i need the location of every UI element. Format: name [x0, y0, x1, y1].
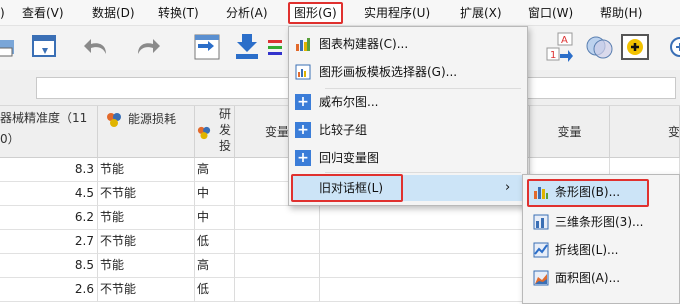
column-header-var[interactable]: 变: [610, 106, 680, 158]
menu-item-regression-variable-plots[interactable]: + 回归变量图: [289, 145, 527, 171]
cell-empty[interactable]: [320, 278, 530, 302]
add-icon[interactable]: [620, 32, 650, 62]
cell-empty[interactable]: [320, 206, 530, 230]
plus-icon: +: [295, 94, 311, 110]
menu-item-label: 面积图(A)...: [555, 271, 621, 285]
undo-icon[interactable]: [82, 32, 112, 62]
cell-energy[interactable]: 不节能: [98, 182, 195, 206]
menu-item-area[interactable]: 面积图(A)...: [527, 265, 677, 291]
menu-data[interactable]: 数据(D): [92, 4, 135, 22]
cell-rnd[interactable]: 中: [195, 206, 235, 230]
svg-text:A: A: [561, 35, 568, 46]
menu-item-label: 威布尔图...: [319, 95, 379, 109]
menu-item-chart-builder[interactable]: 图表构建器(C)...: [289, 31, 527, 57]
menu-item-edit-partial[interactable]: ): [0, 4, 8, 22]
menu-window[interactable]: 窗口(W): [528, 4, 573, 22]
spelling-icon[interactable]: [664, 32, 680, 62]
goto-variable-icon[interactable]: [232, 32, 262, 62]
print-icon[interactable]: [0, 32, 30, 62]
cell-empty[interactable]: [235, 254, 320, 278]
svg-text:1: 1: [550, 50, 556, 61]
use-sets-icon[interactable]: [584, 32, 614, 62]
menu-separator: [325, 172, 521, 173]
menu-utilities[interactable]: 实用程序(U): [364, 4, 430, 22]
cell-rnd[interactable]: 高: [195, 254, 235, 278]
highlight-bar-chart: [527, 179, 649, 207]
cell-empty[interactable]: [320, 254, 530, 278]
cell-empty[interactable]: [235, 278, 320, 302]
menu-help[interactable]: 帮助(H): [600, 4, 642, 22]
menu-item-label: 折线图(L)...: [555, 243, 619, 257]
column-header-label: 研 发 投: [219, 107, 232, 153]
area-chart-icon: [533, 270, 549, 286]
menu-item-label: 比较子组: [319, 123, 368, 137]
menu-item-weibull[interactable]: + 威布尔图...: [289, 89, 527, 115]
cell-empty[interactable]: [235, 230, 320, 254]
menu-graphs[interactable]: 图形(G): [288, 2, 343, 24]
nominal-measure-icon: [107, 113, 121, 127]
template-chooser-icon: [295, 64, 311, 80]
legacy-dialogs-submenu: 条形图(B)... 三维条形图(3)... 折线图(L)... 面积图(A)..…: [522, 174, 680, 304]
cell-rnd[interactable]: 中: [195, 182, 235, 206]
cell-precision[interactable]: 6.2: [0, 206, 98, 230]
menu-item-template-chooser[interactable]: 图形画板模板选择器(G)...: [289, 59, 527, 85]
cell-rnd[interactable]: 高: [195, 158, 235, 182]
menu-item-compare-subgroups[interactable]: + 比较子组: [289, 117, 527, 143]
column-header-precision[interactable]: 器械精准度（11 0）: [0, 106, 98, 158]
column-header-rnd[interactable]: 研 发 投: [195, 106, 235, 158]
column-header-label: 能源损耗: [128, 112, 177, 126]
cell-rnd[interactable]: 低: [195, 230, 235, 254]
menu-item-label: 回归变量图: [319, 151, 380, 165]
cell-precision[interactable]: 4.5: [0, 182, 98, 206]
cell-empty[interactable]: [235, 206, 320, 230]
cell-precision[interactable]: 2.7: [0, 230, 98, 254]
cell-energy[interactable]: 节能: [98, 254, 195, 278]
menu-analyze[interactable]: 分析(A): [226, 4, 268, 22]
cell-precision[interactable]: 8.5: [0, 254, 98, 278]
goto-case-icon[interactable]: [192, 32, 222, 62]
variables-icon[interactable]: [266, 32, 288, 62]
chevron-right-icon: ›: [505, 180, 511, 195]
menu-item-label: 三维条形图(3)...: [555, 215, 644, 229]
cell-energy[interactable]: 不节能: [98, 278, 195, 302]
line-chart-icon: [533, 242, 549, 258]
menu-item-label: 图形画板模板选择器(G)...: [319, 65, 458, 79]
column-header-var[interactable]: 变量: [530, 106, 610, 158]
menu-transform[interactable]: 转换(T): [158, 4, 199, 22]
highlight-legacy-dialogs: [291, 174, 403, 202]
cell-precision[interactable]: 2.6: [0, 278, 98, 302]
graphs-menu: 图表构建器(C)... 图形画板模板选择器(G)... + 威布尔图... + …: [288, 26, 528, 206]
plus-icon: +: [295, 122, 311, 138]
plus-icon: +: [295, 150, 311, 166]
menu-extensions[interactable]: 扩展(X): [460, 4, 502, 22]
dialog-recall-icon[interactable]: [30, 32, 60, 62]
redo-icon[interactable]: [132, 32, 162, 62]
cell-energy[interactable]: 节能: [98, 158, 195, 182]
cell-rnd[interactable]: 低: [195, 278, 235, 302]
cell-energy[interactable]: 不节能: [98, 230, 195, 254]
menu-bar: ) 查看(V) 数据(D) 转换(T) 分析(A) 图形(G) 实用程序(U) …: [0, 0, 680, 26]
column-header-energy[interactable]: 能源损耗: [98, 106, 195, 158]
cell-empty[interactable]: [320, 230, 530, 254]
menu-view[interactable]: 查看(V): [22, 4, 64, 22]
value-labels-icon[interactable]: A 1: [546, 32, 576, 62]
menu-item-line[interactable]: 折线图(L)...: [527, 237, 677, 263]
menu-item-label: 图表构建器(C)...: [319, 37, 409, 51]
3d-bar-chart-icon: [533, 214, 549, 230]
ordinal-measure-icon: [197, 126, 211, 140]
chart-builder-icon: [296, 38, 310, 51]
menu-item-3d-bar[interactable]: 三维条形图(3)...: [527, 209, 677, 235]
cell-precision[interactable]: 8.3: [0, 158, 98, 182]
cell-energy[interactable]: 节能: [98, 206, 195, 230]
